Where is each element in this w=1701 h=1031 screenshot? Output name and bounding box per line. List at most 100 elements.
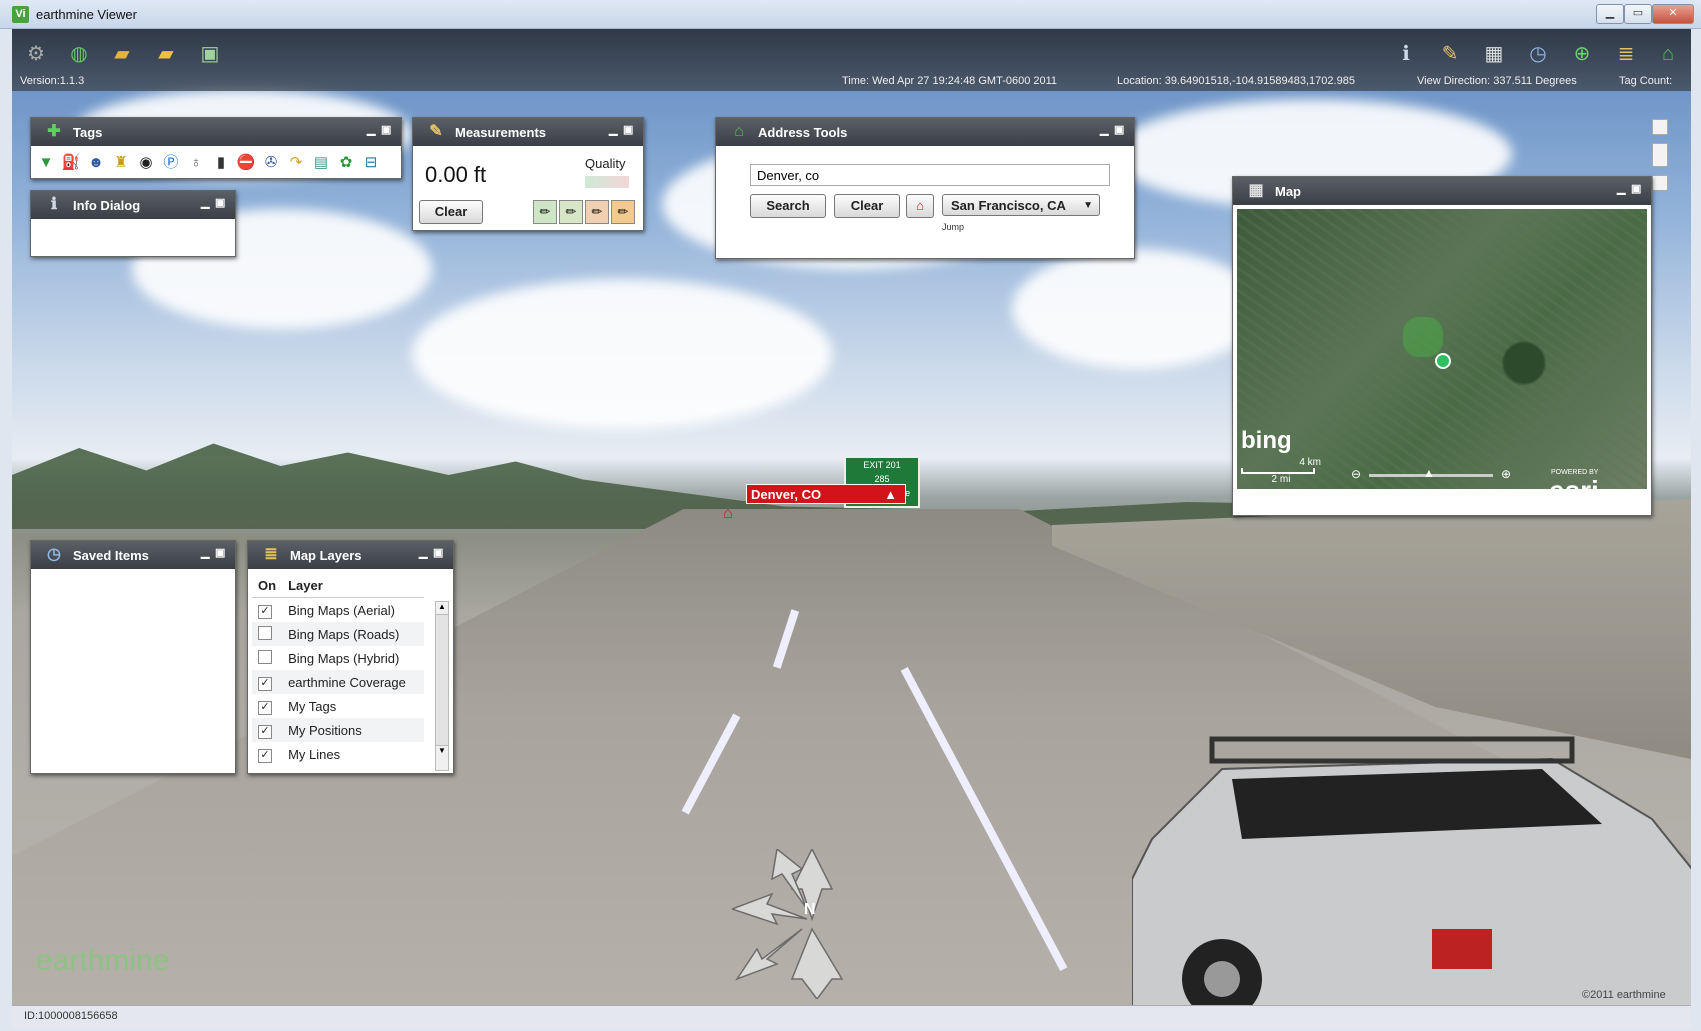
trash-icon[interactable]: ✇ (260, 152, 282, 174)
address-clear-button[interactable]: Clear (834, 194, 900, 218)
open-folder-icon[interactable]: ▰ (108, 41, 136, 67)
map-panel-header[interactable]: ▦ Map ▁ ▣ (1233, 177, 1651, 205)
table-row[interactable]: ✓ My Positions (252, 718, 425, 742)
maximize-button[interactable]: ▭ (1624, 4, 1652, 24)
measure-height-icon[interactable]: ✏ (559, 200, 583, 224)
pipe-icon[interactable]: ↷ (285, 152, 307, 174)
zoom-slider[interactable]: ⊖ ▲ ⊕ (1351, 466, 1511, 481)
close-button[interactable]: ✕ (1652, 4, 1694, 24)
minimize-button[interactable]: ▁ (1596, 4, 1624, 24)
layers-icon[interactable]: ≣ (1612, 41, 1640, 67)
camera-icon[interactable]: ▣ (196, 41, 224, 67)
measure-angle-icon[interactable]: ✏ (611, 200, 635, 224)
traffic-light-icon[interactable]: ▮ (210, 152, 232, 174)
table-row[interactable]: ✓ Bing Maps (Aerial) (252, 598, 424, 623)
zoom-in-icon[interactable]: ⊕ (1501, 467, 1511, 481)
col-on-header[interactable]: On (252, 573, 283, 598)
panel-minimize-button[interactable]: ▁ (609, 125, 619, 136)
vertical-slider[interactable] (1652, 119, 1668, 239)
panel-maximize-button[interactable]: ▣ (1114, 125, 1124, 136)
panel-maximize-button[interactable]: ▣ (1631, 184, 1641, 195)
address-search-input[interactable] (750, 164, 1110, 186)
info-dialog-header[interactable]: ℹ Info Dialog ▁ ▣ (31, 191, 235, 219)
measurement-clear-button[interactable]: Clear (419, 200, 483, 224)
tags-panel-header[interactable]: ✚ Tags ▁ ▣ (31, 118, 401, 146)
tree-icon[interactable]: ✿ (335, 152, 357, 174)
jump-home-button[interactable]: ⌂ (906, 194, 934, 218)
arrow-back-icon[interactable] (790, 927, 844, 999)
calculator-icon[interactable]: ▦ (1480, 41, 1508, 67)
layer-checkbox[interactable]: ✓ (258, 676, 272, 691)
table-row[interactable]: Bing Maps (Hybrid) (252, 646, 424, 670)
add-tag-icon[interactable]: ⊕ (1568, 41, 1596, 67)
home-icon[interactable]: ⌂ (1654, 41, 1682, 67)
panel-maximize-button[interactable]: ▣ (433, 548, 443, 559)
location-marker[interactable]: Denver, CO ▲ (746, 484, 906, 504)
address-search-button[interactable]: Search (750, 194, 826, 218)
scroll-down-icon[interactable]: ▼ (436, 746, 448, 758)
measurements-header[interactable]: ✎ Measurements ▁ ▣ (413, 118, 643, 146)
panel-minimize-button[interactable]: ▁ (367, 125, 377, 136)
info-icon[interactable]: ℹ (1392, 41, 1420, 67)
layers-scrollbar[interactable]: ▲ ▼ (435, 601, 449, 771)
parking-icon[interactable]: Ⓟ (160, 152, 182, 174)
gear-icon[interactable]: ⚙ (22, 41, 50, 67)
panel-minimize-button[interactable]: ▁ (1617, 184, 1627, 195)
map-layers-header[interactable]: ≣ Map Layers ▁ ▣ (248, 541, 453, 569)
panel-maximize-button[interactable]: ▣ (623, 125, 633, 136)
arrow-left-icon[interactable] (732, 892, 808, 926)
manhole-icon[interactable]: ◉ (135, 152, 157, 174)
layer-checkbox[interactable]: ✓ (258, 724, 272, 739)
address-tools-header[interactable]: ⌂ Address Tools ▁ ▣ (716, 118, 1134, 146)
ruler-icon: ✎ (429, 123, 443, 140)
measure-distance-icon[interactable]: ✏ (533, 200, 557, 224)
compass-north-label: N (804, 901, 816, 918)
layer-checkbox[interactable]: ✓ (258, 748, 272, 763)
table-row[interactable]: ✓ My Lines (252, 742, 424, 766)
measure-area-icon[interactable]: ✏ (585, 200, 609, 224)
hydrant-icon[interactable]: ♜ (110, 152, 132, 174)
clock-icon[interactable]: ◷ (1524, 41, 1552, 67)
home-pin-icon[interactable]: ⌂ (723, 505, 733, 523)
home-icon: ⌂ (916, 198, 924, 213)
table-row[interactable]: Bing Maps (Roads) (252, 622, 425, 646)
layer-checkbox[interactable] (258, 649, 272, 664)
scroll-up-icon[interactable]: ▲ (436, 602, 448, 614)
slider-top-button[interactable] (1652, 119, 1668, 135)
status-bar: ID:1000008156658 (12, 1005, 1691, 1028)
panel-maximize-button[interactable]: ▣ (381, 125, 391, 136)
col-layer-header[interactable]: Layer (282, 573, 425, 598)
ruler-icon[interactable]: ✎ (1436, 41, 1464, 67)
scroll-thumb[interactable] (436, 614, 448, 746)
panel-minimize-button[interactable]: ▁ (1100, 125, 1110, 136)
layer-checkbox[interactable]: ✓ (258, 604, 272, 619)
table-row[interactable]: ✓ My Tags (252, 694, 424, 718)
tag-icon[interactable]: ▼ (35, 152, 57, 174)
slider-bottom-button[interactable] (1652, 175, 1668, 191)
aerial-map[interactable] (1237, 209, 1647, 489)
navigation-arrows[interactable]: N (732, 849, 892, 999)
saved-items-header[interactable]: ◷ Saved Items ▁ ▣ (31, 541, 235, 569)
arrow-back-left-icon[interactable] (735, 928, 803, 981)
slider-track[interactable] (1652, 143, 1668, 167)
bin-icon[interactable]: ▤ (310, 152, 332, 174)
globe-icon[interactable]: ◍ (65, 41, 93, 67)
person-icon[interactable]: ☻ (85, 152, 107, 174)
gas-station-icon[interactable]: ⛽ (60, 152, 82, 174)
layer-checkbox[interactable]: ✓ (258, 700, 272, 715)
zoom-out-icon[interactable]: ⊖ (1351, 467, 1361, 481)
panel-maximize-button[interactable]: ▣ (215, 548, 225, 559)
location-dropdown[interactable]: San Francisco, CA ▼ (942, 194, 1100, 216)
panel-minimize-button[interactable]: ▁ (201, 198, 211, 209)
stop-sign-icon[interactable]: ⛔ (235, 152, 257, 174)
panel-minimize-button[interactable]: ▁ (201, 548, 211, 559)
bus-icon[interactable]: ⊟ (360, 152, 382, 174)
panel-maximize-button[interactable]: ▣ (215, 198, 225, 209)
zoom-thumb[interactable]: ▲ (1423, 466, 1435, 480)
lamp-icon[interactable]: ♁ (185, 152, 207, 174)
panel-minimize-button[interactable]: ▁ (419, 548, 429, 559)
layer-checkbox[interactable] (258, 625, 272, 640)
folder-icon[interactable]: ▰ (152, 41, 180, 67)
layer-name: My Positions (282, 718, 425, 742)
table-row[interactable]: ✓ earthmine Coverage (252, 670, 425, 694)
